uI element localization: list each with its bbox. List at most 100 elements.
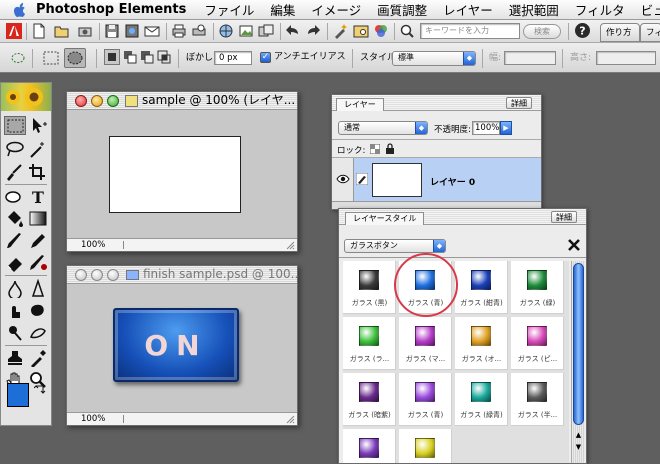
resize-grip-icon[interactable]: [285, 414, 295, 424]
scroll-up-arrow-icon[interactable]: ▲: [573, 431, 584, 441]
style-thumbnail[interactable]: ガラス (半...: [511, 373, 564, 426]
layers-more-button[interactable]: 詳細: [506, 97, 532, 109]
intersect-selection-icon[interactable]: [156, 49, 172, 65]
layer-styles-more-button[interactable]: 詳細: [551, 211, 577, 223]
blur-tool-icon[interactable]: [4, 279, 26, 300]
menu-enhance[interactable]: 画質調整: [377, 0, 427, 19]
zoom-window-button[interactable]: [107, 95, 119, 107]
glass-button-preview[interactable]: ON: [113, 308, 239, 382]
crop-tool-icon[interactable]: [27, 162, 49, 181]
panel-titlebar[interactable]: レイヤー 詳細: [332, 95, 541, 111]
foreground-color-swatch[interactable]: [7, 383, 29, 407]
style-category-select[interactable]: ガラスボタン ◆: [344, 239, 446, 253]
style-scrollbar-thumb[interactable]: [573, 263, 584, 425]
marquee-tool-icon[interactable]: [4, 116, 26, 135]
file-browser-icon[interactable]: [353, 23, 369, 39]
style-thumbnail[interactable]: ガラス (暗紫): [343, 373, 396, 426]
blend-mode-select[interactable]: 通常 ◆: [338, 121, 428, 135]
sponge-tool-icon[interactable]: [27, 301, 49, 320]
scroll-down-arrow-icon[interactable]: ▼: [573, 443, 584, 453]
opacity-slider-button[interactable]: ▶: [500, 121, 512, 135]
app-menu[interactable]: Photoshop Elements: [36, 2, 186, 17]
smudge-tool-icon[interactable]: [4, 301, 26, 320]
menu-image[interactable]: イメージ: [311, 0, 361, 19]
shape-tool-icon[interactable]: [4, 187, 26, 206]
style-thumbnail[interactable]: [343, 429, 396, 463]
eraser-tool-icon[interactable]: [4, 253, 26, 272]
paint-bucket-tool-icon[interactable]: [4, 209, 26, 228]
minimize-window-button[interactable]: [91, 269, 103, 281]
color-variations-icon[interactable]: [373, 23, 389, 39]
elliptical-marquee-option-icon[interactable]: [10, 50, 26, 66]
tab-layers[interactable]: レイヤー: [336, 98, 384, 111]
red-eye-brush-tool-icon[interactable]: [27, 253, 49, 272]
menu-view[interactable]: ビュ: [641, 0, 660, 19]
style-thumbnail[interactable]: [399, 429, 452, 463]
swap-colors-icon[interactable]: [33, 383, 46, 395]
style-thumbnail[interactable]: ガラス (ピ...: [511, 317, 564, 370]
menu-layer[interactable]: レイヤー: [443, 0, 493, 19]
eyedropper-tool-icon[interactable]: [27, 348, 49, 368]
lock-all-icon[interactable]: [385, 143, 395, 154]
remove-style-icon[interactable]: [566, 237, 582, 253]
style-thumbnail[interactable]: ガラス (青): [399, 261, 452, 314]
zoom-level[interactable]: 100%: [81, 413, 105, 425]
menu-select[interactable]: 選択範囲: [509, 0, 559, 19]
antialias-checkbox[interactable]: ✓: [260, 52, 271, 63]
window-titlebar[interactable]: finish sample.psd @ 100...: [67, 266, 297, 284]
type-tool-icon[interactable]: T: [27, 187, 49, 207]
tab-how-to[interactable]: 作り方: [600, 23, 640, 42]
new-file-icon[interactable]: [31, 23, 47, 39]
photo-print-icon[interactable]: [238, 23, 254, 39]
layer-visibility-eye-icon[interactable]: [336, 174, 350, 184]
online-services-icon[interactable]: [218, 23, 234, 39]
layer-link-brush-icon[interactable]: [355, 172, 369, 186]
window-titlebar[interactable]: sample @ 100% (レイヤ...: [67, 92, 297, 110]
zoom-window-button[interactable]: [107, 269, 119, 281]
style-thumbnail[interactable]: ガラス (緑青): [455, 373, 508, 426]
print-icon[interactable]: [171, 23, 187, 39]
tab-filters[interactable]: フィ: [640, 23, 660, 42]
step-backward-icon[interactable]: [285, 23, 301, 39]
help-icon[interactable]: ?: [574, 22, 590, 38]
move-tool-icon[interactable]: [27, 116, 49, 135]
quick-fix-icon[interactable]: [333, 23, 349, 39]
save-icon[interactable]: [104, 23, 120, 39]
menu-file[interactable]: ファイル: [204, 0, 254, 19]
add-to-selection-icon[interactable]: [122, 49, 138, 65]
adobe-logo-icon[interactable]: [6, 23, 22, 39]
menu-edit[interactable]: 編集: [270, 0, 295, 19]
layer-name[interactable]: レイヤー 0: [430, 175, 475, 188]
web-gallery-icon[interactable]: [258, 23, 274, 39]
opacity-input[interactable]: 100%: [472, 121, 500, 135]
burn-tool-icon[interactable]: [27, 323, 49, 342]
brush-tool-icon[interactable]: [4, 231, 26, 250]
style-thumbnail[interactable]: ガラス (紺青): [455, 261, 508, 314]
help-search-button[interactable]: 検索: [523, 24, 561, 39]
apple-icon[interactable]: [12, 2, 28, 18]
step-forward-icon[interactable]: [305, 23, 321, 39]
style-thumbnail[interactable]: ガラス (ラ...: [343, 317, 396, 370]
panel-titlebar[interactable]: レイヤースタイル 詳細: [339, 209, 586, 225]
lasso-tool-icon[interactable]: [4, 140, 26, 159]
close-window-button[interactable]: [75, 95, 87, 107]
minimize-window-button[interactable]: [91, 95, 103, 107]
rect-marquee-option-icon[interactable]: [42, 49, 59, 65]
dodge-tool-icon[interactable]: [4, 323, 26, 342]
style-thumbnail[interactable]: ガラス (黒): [343, 261, 396, 314]
menu-filter[interactable]: フィルタ: [575, 0, 625, 19]
gradient-tool-icon[interactable]: [27, 209, 49, 228]
magic-wand-tool-icon[interactable]: [27, 140, 49, 159]
sharpen-tool-icon[interactable]: [27, 278, 49, 298]
clone-stamp-tool-icon[interactable]: [4, 348, 26, 367]
style-thumbnail[interactable]: ガラス (マ...: [399, 317, 452, 370]
style-thumbnail[interactable]: ガラス (オ...: [455, 317, 508, 370]
style-thumbnail[interactable]: ガラス (青): [399, 373, 452, 426]
save-for-web-icon[interactable]: [124, 23, 140, 39]
tab-layer-styles[interactable]: レイヤースタイル: [345, 212, 425, 225]
style-thumbnail[interactable]: ガラス (緑): [511, 261, 564, 314]
new-selection-icon[interactable]: [104, 49, 120, 65]
subtract-from-selection-icon[interactable]: [139, 49, 155, 65]
open-file-icon[interactable]: [54, 23, 70, 39]
resize-grip-icon[interactable]: [285, 240, 295, 250]
